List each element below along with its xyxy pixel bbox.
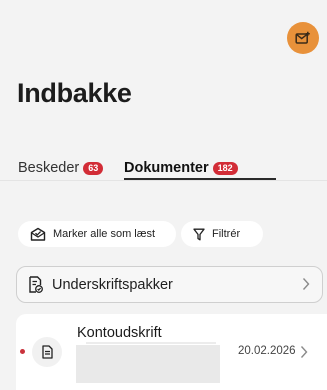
filter-icon — [193, 228, 205, 241]
chevron-right-icon — [300, 345, 308, 359]
filter-button[interactable]: Filtrér — [181, 221, 263, 247]
filter-label: Filtrér — [212, 228, 241, 240]
signature-packages-label: Underskriftspakker — [52, 276, 173, 293]
page-title: Indbakke — [17, 78, 132, 108]
mail-compose-icon — [295, 31, 311, 45]
chevron-right-icon — [302, 277, 310, 291]
signature-packages-row[interactable]: Underskriftspakker — [16, 266, 323, 303]
tab-beskeder[interactable]: Beskeder 63 — [18, 160, 104, 176]
document-icon-container — [32, 337, 62, 367]
tab-label: Dokumenter — [124, 160, 209, 176]
document-list-item[interactable]: Kontoudskrift 20.02.2026 — [16, 314, 327, 390]
tab-divider — [0, 180, 327, 181]
compose-message-button[interactable] — [287, 22, 319, 54]
tab-dokumenter[interactable]: Dokumenter 182 — [124, 160, 238, 176]
tab-label: Beskeder — [18, 160, 80, 176]
document-date: 20.02.2026 — [238, 345, 296, 357]
active-tab-indicator — [124, 178, 276, 180]
document-icon — [41, 345, 53, 359]
signature-document-icon — [28, 276, 43, 293]
mark-all-read-label: Marker alle som læst — [53, 228, 156, 240]
document-title: Kontoudskrift — [77, 325, 162, 341]
unread-count-badge: 63 — [83, 161, 104, 175]
unread-indicator — [20, 349, 25, 354]
unread-count-badge: 182 — [212, 161, 238, 175]
inbox-tabs: Beskeder 63 Dokumenter 182 — [0, 150, 327, 190]
mail-open-check-icon — [30, 227, 46, 242]
mark-all-read-button[interactable]: Marker alle som læst — [18, 221, 176, 247]
redacted-line — [86, 342, 216, 344]
redacted-content — [76, 345, 220, 383]
